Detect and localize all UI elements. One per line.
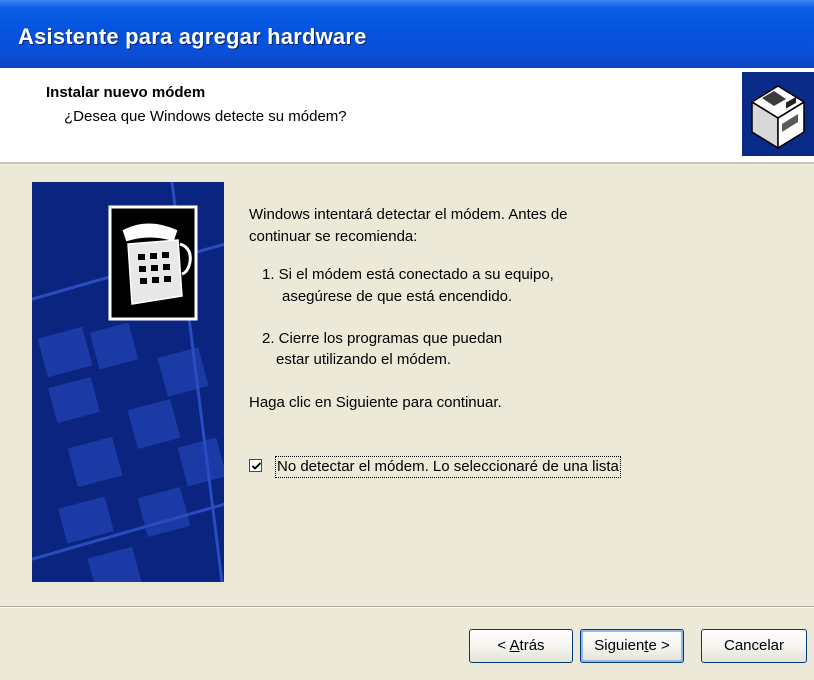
instruction-text: Haga clic en Siguiente para continuar. (249, 394, 502, 411)
step2-line1: 2. Cierre los programas que puedan (262, 330, 503, 347)
back-button-suffix: trás (519, 637, 545, 654)
back-button-prefix: < (497, 637, 510, 654)
step1-line1: 1. Si el módem está conectado a su equip… (262, 266, 554, 283)
footer-separator (0, 606, 814, 608)
back-button-accelerator: A (509, 637, 520, 654)
wizard-banner (32, 182, 224, 582)
step1-line2: asegúrese de que está encendido. (282, 288, 513, 305)
hardware-box-icon (742, 72, 814, 156)
next-button-suffix: e > (648, 637, 670, 654)
back-button[interactable]: < Atrás (469, 629, 573, 663)
checkmark-icon (251, 462, 262, 470)
next-button[interactable]: Siguiente > (580, 629, 684, 663)
title-bar[interactable]: Asistente para agregar hardware (0, 0, 814, 68)
no-detect-modem-label[interactable]: No detectar el módem. Lo seleccionaré de… (275, 456, 621, 478)
header-title: Instalar nuevo módem (46, 84, 206, 101)
window-title: Asistente para agregar hardware (18, 24, 367, 49)
next-button-prefix: Siguien (594, 637, 645, 654)
intro-text-line2: continuar se recomienda: (249, 228, 418, 245)
no-detect-modem-checkbox[interactable] (249, 459, 262, 472)
wizard-window: Asistente para agregar hardware Instalar… (0, 0, 814, 680)
wizard-header: Instalar nuevo módem ¿Desea que Windows … (0, 68, 814, 164)
header-subtitle: ¿Desea que Windows detecte su módem? (64, 108, 347, 125)
intro-text-line1: Windows intentará detectar el módem. Ant… (249, 206, 568, 223)
cancel-button[interactable]: Cancelar (701, 629, 807, 663)
step2-line2: estar utilizando el módem. (276, 351, 452, 368)
